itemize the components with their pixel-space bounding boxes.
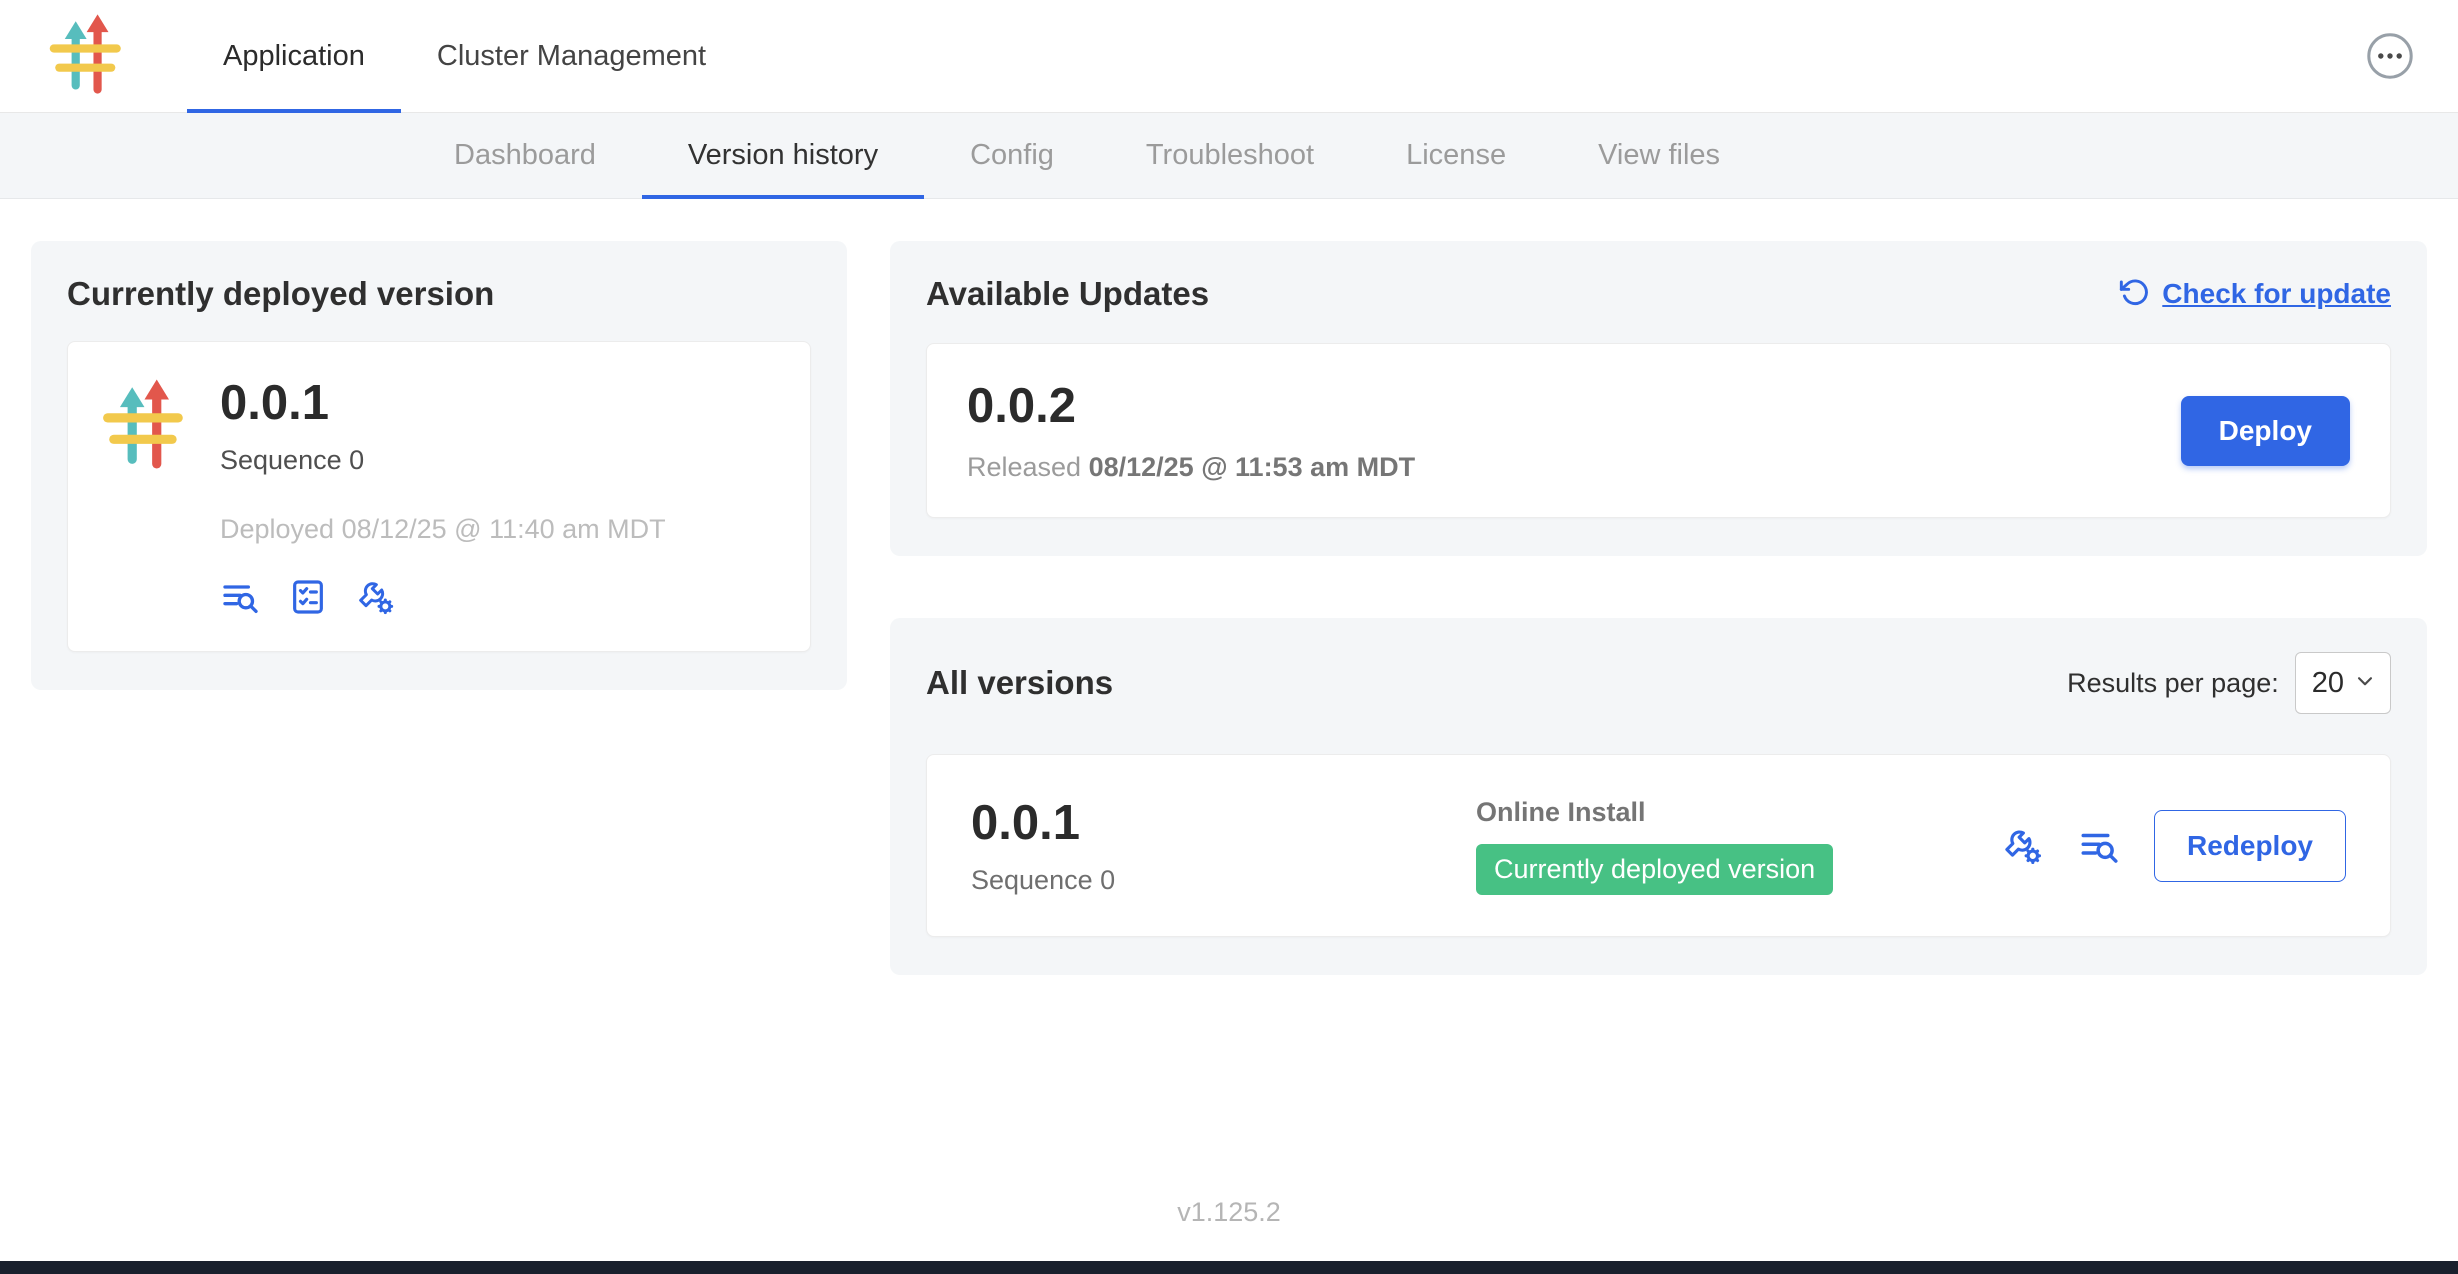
top-header: Application Cluster Management xyxy=(0,0,2458,113)
subnav-item-license-label: License xyxy=(1406,139,1506,172)
subnav-item-config-label: Config xyxy=(970,139,1054,172)
app-logo-icon xyxy=(47,13,129,100)
update-details: 0.0.2 Released 08/12/25 @ 11:53 am MDT xyxy=(967,378,1415,483)
main-content: Currently deployed version xyxy=(0,199,2458,975)
chevron-down-icon xyxy=(2352,668,2378,699)
subnav-item-troubleshoot-label: Troubleshoot xyxy=(1146,139,1314,172)
deployed-version-number: 0.0.1 xyxy=(220,378,666,429)
diff-logs-search-icon[interactable] xyxy=(2078,825,2120,867)
version-row-number: 0.0.1 xyxy=(971,795,1476,851)
deployed-timestamp: Deployed 08/12/25 @ 11:40 am MDT xyxy=(220,514,666,545)
released-timestamp: 08/12/25 @ 11:53 am MDT xyxy=(1089,452,1416,482)
header-tabs: Application Cluster Management xyxy=(187,0,742,112)
version-row: 0.0.1 Sequence 0 Online Install Currentl… xyxy=(926,754,2391,937)
update-released-line: Released 08/12/25 @ 11:53 am MDT xyxy=(967,452,1415,483)
install-type-label: Online Install xyxy=(1476,797,1646,828)
app-subnav: Dashboard Version history Config Trouble… xyxy=(0,113,2458,199)
results-per-page-group: Results per page: 20 xyxy=(2067,652,2391,714)
available-updates-title: Available Updates xyxy=(926,275,1209,313)
subnav-item-dashboard[interactable]: Dashboard xyxy=(408,113,642,198)
check-for-update-label: Check for update xyxy=(2162,278,2391,310)
version-row-info: 0.0.1 Sequence 0 xyxy=(971,795,1476,896)
available-updates-card: Available Updates Check for update 0.0.2 xyxy=(890,241,2427,556)
tab-cluster-management[interactable]: Cluster Management xyxy=(401,0,742,112)
subnav-item-version-history[interactable]: Version history xyxy=(642,113,924,198)
subnav-item-view-files[interactable]: View files xyxy=(1552,113,1766,198)
version-row-actions: Redeploy xyxy=(2002,810,2346,882)
released-prefix: Released xyxy=(967,452,1081,482)
currently-deployed-title: Currently deployed version xyxy=(67,275,811,313)
header-right xyxy=(2366,0,2414,112)
results-per-page-label: Results per page: xyxy=(2067,668,2279,699)
left-column: Currently deployed version xyxy=(31,241,847,690)
version-row-status: Online Install Currently deployed versio… xyxy=(1476,797,1833,895)
refresh-icon xyxy=(2118,276,2150,313)
subnav-item-license[interactable]: License xyxy=(1360,113,1552,198)
subnav-item-view-files-label: View files xyxy=(1598,139,1720,172)
diff-logs-search-icon[interactable] xyxy=(220,577,260,617)
more-options-icon[interactable] xyxy=(2366,32,2414,80)
subnav-item-dashboard-label: Dashboard xyxy=(454,139,596,172)
currently-deployed-card: Currently deployed version xyxy=(31,241,847,690)
wrench-gear-icon[interactable] xyxy=(356,577,396,617)
currently-deployed-badge: Currently deployed version xyxy=(1476,844,1833,895)
app-version-icon xyxy=(100,378,192,617)
results-per-page-value: 20 xyxy=(2312,667,2344,700)
all-versions-title: All versions xyxy=(926,664,1113,702)
app-logo xyxy=(47,0,129,112)
available-updates-header: Available Updates Check for update xyxy=(926,275,2391,313)
subnav-item-version-history-label: Version history xyxy=(688,139,878,172)
subnav-item-config[interactable]: Config xyxy=(924,113,1100,198)
deploy-button[interactable]: Deploy xyxy=(2181,396,2350,466)
subnav-item-troubleshoot[interactable]: Troubleshoot xyxy=(1100,113,1360,198)
tab-application-label: Application xyxy=(223,40,365,73)
bottom-bar xyxy=(0,1261,2458,1274)
update-row: 0.0.2 Released 08/12/25 @ 11:53 am MDT D… xyxy=(926,343,2391,518)
update-version-number: 0.0.2 xyxy=(967,378,1415,434)
deployed-version-panel: 0.0.1 Sequence 0 Deployed 08/12/25 @ 11:… xyxy=(67,341,811,652)
results-per-page-select[interactable]: 20 xyxy=(2295,652,2391,714)
redeploy-button[interactable]: Redeploy xyxy=(2154,810,2346,882)
all-versions-card: All versions Results per page: 20 0.0.1 … xyxy=(890,618,2427,975)
check-for-update-link[interactable]: Check for update xyxy=(2118,276,2391,313)
deployed-sequence: Sequence 0 xyxy=(220,445,666,476)
wrench-gear-icon[interactable] xyxy=(2002,825,2044,867)
version-row-sequence: Sequence 0 xyxy=(971,865,1476,896)
right-column: Available Updates Check for update 0.0.2 xyxy=(890,241,2427,975)
tab-application[interactable]: Application xyxy=(187,0,401,112)
console-version: v1.125.2 xyxy=(0,1197,2458,1228)
checklist-icon[interactable] xyxy=(288,577,328,617)
deployed-action-icons xyxy=(220,577,666,617)
all-versions-header: All versions Results per page: 20 xyxy=(926,652,2391,714)
tab-cluster-management-label: Cluster Management xyxy=(437,40,706,73)
deployed-version-details: 0.0.1 Sequence 0 Deployed 08/12/25 @ 11:… xyxy=(220,378,666,617)
